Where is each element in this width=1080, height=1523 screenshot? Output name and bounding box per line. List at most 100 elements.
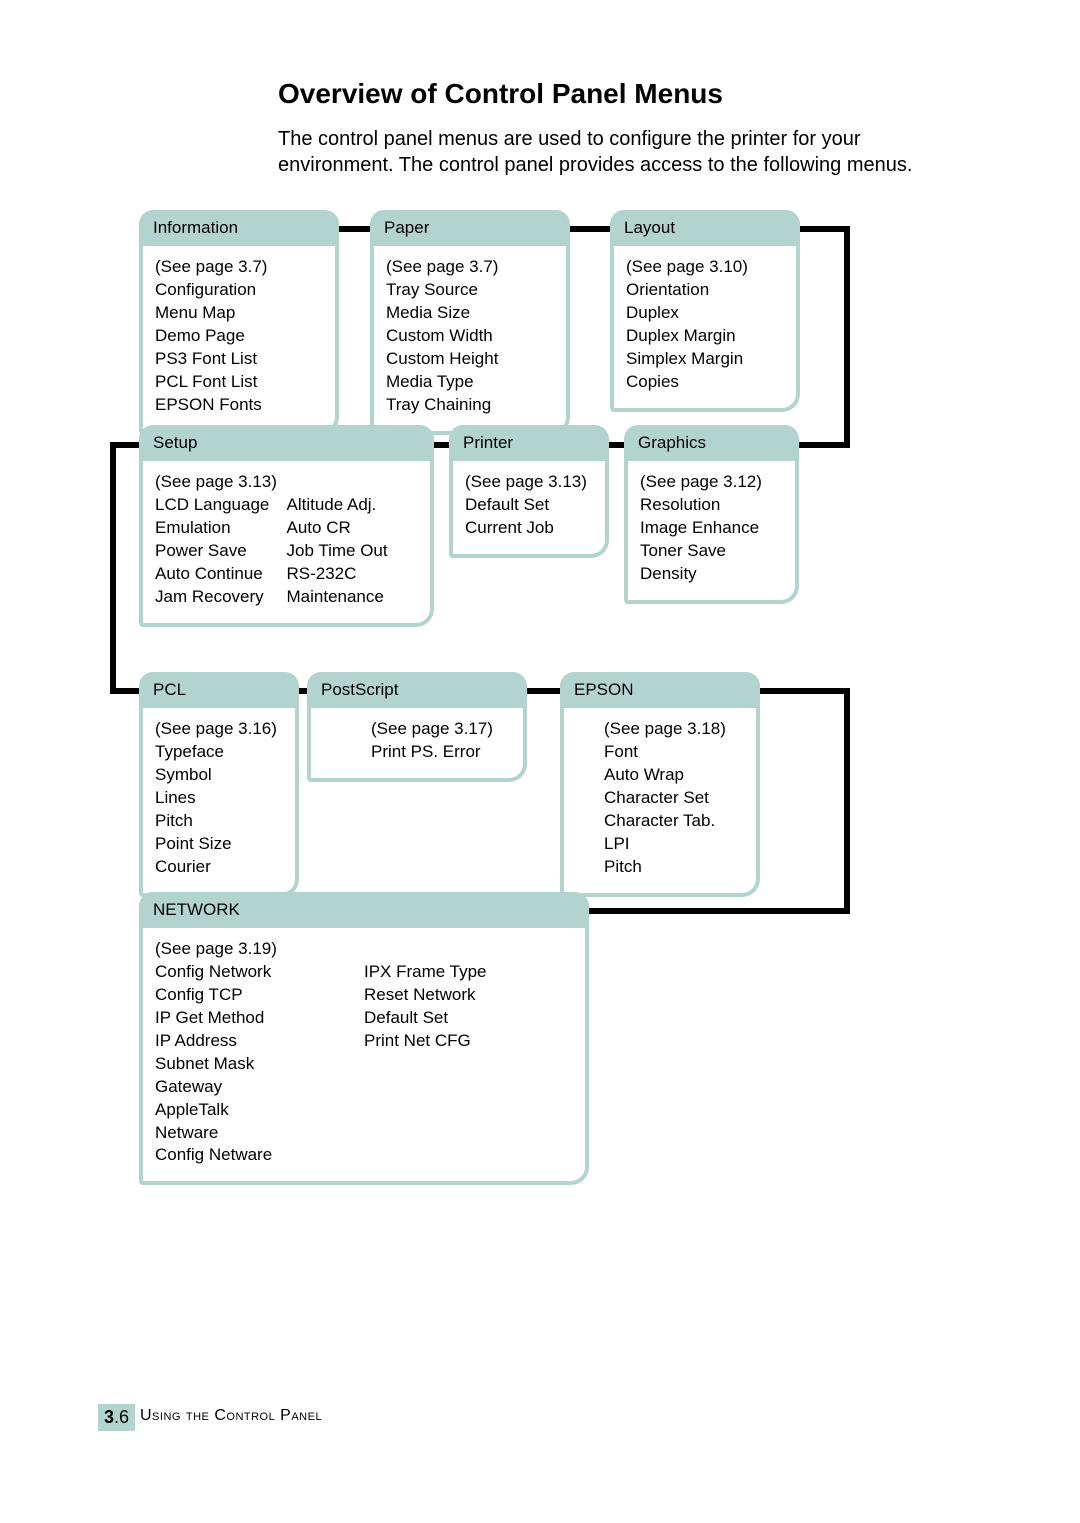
connector <box>580 908 850 914</box>
menu-title: EPSON <box>560 672 760 708</box>
menu-item: IP Get Method <box>155 1007 364 1030</box>
menu-item: Courier <box>155 856 283 879</box>
menu-item: EPSON Fonts <box>155 394 323 417</box>
menu-item: Power Save <box>155 540 287 563</box>
page-ref: (See page 3.10) <box>626 256 784 279</box>
menu-item: Duplex <box>626 302 784 325</box>
page-ref: (See page 3.7) <box>386 256 554 279</box>
menu-item: Character Set <box>604 787 744 810</box>
chapter-number: 3 <box>104 1407 114 1427</box>
menu-item: LPI <box>604 833 744 856</box>
menu-item: Config TCP <box>155 984 364 1007</box>
menu-item: PCL Font List <box>155 371 323 394</box>
menu-item: Auto Continue <box>155 563 287 586</box>
menu-item: LCD Language <box>155 494 287 517</box>
menu-item: Maintenance <box>287 586 419 609</box>
page-ref: (See page 3.7) <box>155 256 323 279</box>
menu-card-information: Information (See page 3.7) Configuration… <box>139 210 339 435</box>
menu-item: Config Network <box>155 961 364 984</box>
menu-card-layout: Layout (See page 3.10) Orientation Duple… <box>610 210 800 412</box>
menu-card-paper: Paper (See page 3.7) Tray Source Media S… <box>370 210 570 435</box>
menu-item: Menu Map <box>155 302 323 325</box>
menu-title: Graphics <box>624 425 799 461</box>
menu-item: Orientation <box>626 279 784 302</box>
menu-title: Setup <box>139 425 434 461</box>
menu-item: Default Set <box>465 494 593 517</box>
connector <box>844 226 850 442</box>
menu-item: Print Net CFG <box>364 1030 573 1053</box>
menu-title: Paper <box>370 210 570 246</box>
page-number: 6 <box>119 1407 129 1427</box>
menu-card-epson: EPSON (See page 3.18) Font Auto Wrap Cha… <box>560 672 760 897</box>
menu-item: Toner Save <box>640 540 783 563</box>
connector <box>844 688 850 914</box>
menu-item: Netware <box>155 1122 364 1145</box>
menu-item: Point Size <box>155 833 283 856</box>
menu-item: Pitch <box>604 856 744 879</box>
menu-item: Media Type <box>386 371 554 394</box>
menu-item: IPX Frame Type <box>364 961 573 984</box>
page-title: Overview of Control Panel Menus <box>278 78 723 110</box>
page-number-badge: 3.6 <box>98 1404 135 1431</box>
menu-item: Typeface <box>155 741 283 764</box>
menu-item: Tray Chaining <box>386 394 554 417</box>
menu-item: Symbol <box>155 764 283 787</box>
connector <box>110 442 116 694</box>
page-ref: (See page 3.16) <box>155 718 283 741</box>
page-ref: (See page 3.18) <box>604 718 744 741</box>
menu-item: Copies <box>626 371 784 394</box>
menu-item: Emulation <box>155 517 287 540</box>
menu-card-setup: Setup (See page 3.13) LCD Language Emula… <box>139 425 434 627</box>
menu-item: Current Job <box>465 517 593 540</box>
menu-item: PS3 Font List <box>155 348 323 371</box>
menu-title: PostScript <box>307 672 527 708</box>
document-page: Overview of Control Panel Menus The cont… <box>0 0 1080 1523</box>
page-ref: (See page 3.17) <box>371 718 511 741</box>
menu-item: Gateway <box>155 1076 364 1099</box>
page-ref: (See page 3.13) <box>465 471 593 494</box>
intro-paragraph: The control panel menus are used to conf… <box>278 126 918 178</box>
connector <box>794 442 850 448</box>
menu-item: Subnet Mask <box>155 1053 364 1076</box>
menu-item: IP Address <box>155 1030 364 1053</box>
menu-title: Information <box>139 210 339 246</box>
menu-item: Resolution <box>640 494 783 517</box>
menu-item: Jam Recovery <box>155 586 287 609</box>
menu-title: Printer <box>449 425 609 461</box>
menu-item: Altitude Adj. <box>287 494 419 517</box>
menu-title: PCL <box>139 672 299 708</box>
menu-item: Tray Source <box>386 279 554 302</box>
menu-title: Layout <box>610 210 800 246</box>
menu-item: AppleTalk <box>155 1099 364 1122</box>
connector <box>110 688 140 694</box>
menu-item: Default Set <box>364 1007 573 1030</box>
menu-item: Configuration <box>155 279 323 302</box>
menu-item: Character Tab. <box>604 810 744 833</box>
menu-item: Media Size <box>386 302 554 325</box>
menu-item: Demo Page <box>155 325 323 348</box>
menu-item: Auto Wrap <box>604 764 744 787</box>
menu-card-printer: Printer (See page 3.13) Default Set Curr… <box>449 425 609 558</box>
menu-title: NETWORK <box>139 892 589 928</box>
menu-item: Lines <box>155 787 283 810</box>
menu-item: Custom Width <box>386 325 554 348</box>
menu-card-graphics: Graphics (See page 3.12) Resolution Imag… <box>624 425 799 604</box>
menu-item: Job Time Out <box>287 540 419 563</box>
menu-item: Custom Height <box>386 348 554 371</box>
connector <box>760 688 850 694</box>
menu-item: Config Netware <box>155 1144 364 1167</box>
menu-item: Simplex Margin <box>626 348 784 371</box>
menu-item: Print PS. Error <box>371 741 511 764</box>
page-ref: (See page 3.12) <box>640 471 783 494</box>
page-ref: (See page 3.19) <box>155 938 364 961</box>
menu-item: Font <box>604 741 744 764</box>
menu-item: Image Enhance <box>640 517 783 540</box>
menu-item: Density <box>640 563 783 586</box>
menu-card-pcl: PCL (See page 3.16) Typeface Symbol Line… <box>139 672 299 897</box>
menu-item: Reset Network <box>364 984 573 1007</box>
footer-label: Using the Control Panel <box>140 1407 322 1425</box>
menu-item: Pitch <box>155 810 283 833</box>
menu-item: RS-232C <box>287 563 419 586</box>
menu-item: Duplex Margin <box>626 325 784 348</box>
page-ref: (See page 3.13) <box>155 471 418 494</box>
